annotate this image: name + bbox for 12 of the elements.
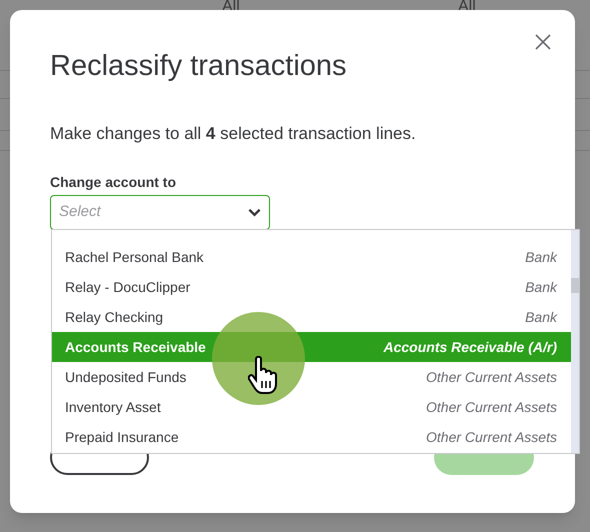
field-label: Change account to [50, 173, 176, 192]
account-option[interactable]: Inventory Asset Other Current Assets [52, 392, 571, 422]
account-option[interactable]: Rachel Personal Bank Bank [52, 242, 571, 272]
dialog-title: Reclassify transactions [50, 49, 347, 84]
dialog-message: Make changes to all 4 selected transaction lines. [50, 123, 416, 145]
chevron-down-icon [248, 208, 261, 217]
account-option[interactable]: Relay Checking Bank [52, 302, 571, 332]
account-option[interactable]: Relay - DocuClipper Bank [52, 272, 571, 302]
account-option[interactable]: Undeposited Funds Other Current Assets [52, 362, 571, 392]
account-option[interactable]: Prepaid Insurance Other Current Assets [52, 422, 571, 452]
close-icon[interactable] [535, 34, 551, 50]
scrollbar[interactable] [571, 230, 579, 453]
